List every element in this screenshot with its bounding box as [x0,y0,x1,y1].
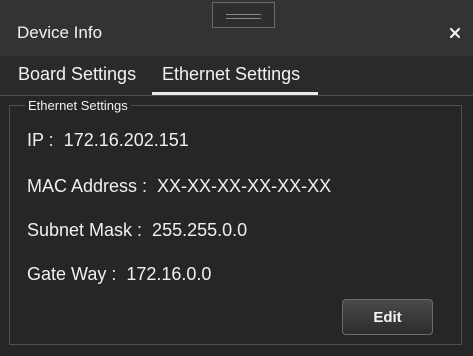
edit-button[interactable]: Edit [342,299,433,335]
device-info-window: Device Info Board Settings Ethernet Sett… [0,0,473,356]
tab-ethernet-settings[interactable]: Ethernet Settings [162,64,300,85]
close-icon [449,27,461,39]
title-bar: Device Info [0,0,473,56]
subnet-mask: Subnet Mask : 255.255.0.0 [27,220,248,240]
active-tab-indicator [152,92,318,95]
tab-board-settings[interactable]: Board Settings [18,64,136,85]
mac-address: MAC Address : XX-XX-XX-XX-XX-XX [27,176,332,196]
grip-lines [226,14,261,19]
close-button[interactable] [445,22,465,42]
ip-address: IP : 172.16.202.151 [27,130,189,150]
window-title: Device Info [17,23,103,42]
tab-bar: Board Settings Ethernet Settings [0,56,473,96]
group-title: Ethernet Settings [25,98,131,113]
gateway: Gate Way : 172.16.0.0 [27,264,212,284]
drag-handle-icon[interactable] [212,2,275,28]
ethernet-settings-group: Ethernet Settings IP : 172.16.202.151 MA… [9,98,462,345]
